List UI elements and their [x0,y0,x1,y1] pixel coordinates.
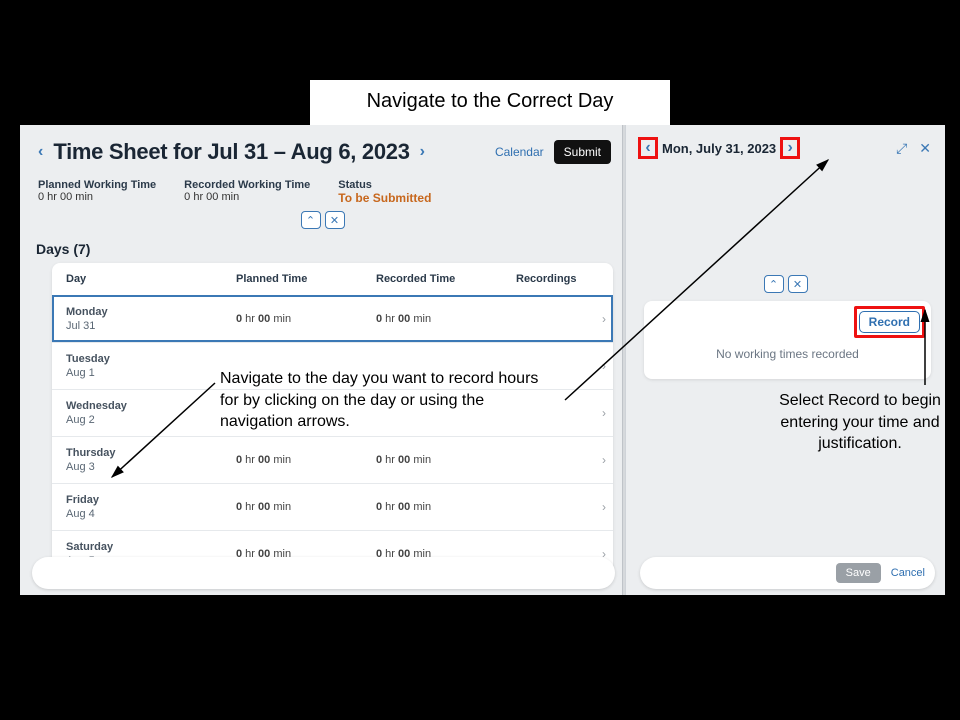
table-row[interactable]: ThursdayAug 30 hr 00 min0 hr 00 min› [52,436,613,483]
day-name: Wednesday [66,400,236,412]
detail-date-title: Mon, July 31, 2023 [662,141,776,156]
slide-title: Navigate to the Correct Day [324,90,656,113]
planned-value: 0 hr 00 min [38,191,156,203]
close-icon[interactable]: ✕ [915,138,935,159]
collapse-pill-row: ⌃ ✕ [20,209,625,237]
shuffle-icon[interactable]: ✕ [325,211,345,229]
days-table-header: Day Planned Time Recorded Time Recording… [52,263,613,295]
day-date: Aug 4 [66,508,236,520]
record-button[interactable]: Record [859,311,920,333]
chevron-right-icon: › [516,453,606,467]
col-recordings: Recordings [516,273,606,285]
day-name: Monday [66,306,236,318]
status-label: Status [338,179,431,191]
detail-collapse-icon[interactable]: ⌃ [764,275,784,293]
slide-title-box: Navigate to the Correct Day [310,80,670,131]
day-name: Tuesday [66,353,236,365]
recorded-label: Recorded Working Time [184,179,310,191]
collapse-icon[interactable]: ⌃ [301,211,321,229]
planned-label: Planned Working Time [38,179,156,191]
submit-button[interactable]: Submit [554,140,611,164]
record-highlight: Record [854,306,925,338]
recorded-time-cell: 0 hr 00 min [376,454,516,466]
prev-week-button[interactable]: ‹ [34,143,47,161]
days-section-title: Days (7) [20,237,625,263]
annotation-record-text: Select Record to begin entering your tim… [770,390,950,455]
next-week-button[interactable]: › [416,143,429,161]
calendar-link[interactable]: Calendar [495,145,544,159]
save-button[interactable]: Save [836,563,881,583]
detail-collapse-row: ⌃ ✕ [626,275,945,293]
day-name: Friday [66,494,236,506]
table-row[interactable]: FridayAug 40 hr 00 min0 hr 00 min› [52,483,613,530]
status-value: To be Submitted [338,191,431,205]
day-date: Aug 2 [66,414,236,426]
timesheet-header: ‹ Time Sheet for Jul 31 – Aug 6, 2023 › … [20,125,625,173]
day-date: Jul 31 [66,320,236,332]
col-recorded: Recorded Time [376,273,516,285]
day-name: Thursday [66,447,236,459]
annotation-navigate-text: Navigate to the day you want to record h… [220,368,560,433]
detail-footer-bar: Save Cancel [640,557,935,589]
planned-time-cell: 0 hr 00 min [236,454,376,466]
planned-time-cell: 0 hr 00 min [236,501,376,513]
col-day: Day [66,273,236,285]
detail-shuffle-icon[interactable]: ✕ [788,275,808,293]
expand-icon[interactable]: ⤢ [892,138,911,159]
chevron-right-icon: › [516,312,606,326]
table-row[interactable]: MondayJul 310 hr 00 min0 hr 00 min› [52,295,613,342]
planned-time-cell: 0 hr 00 min [236,313,376,325]
cancel-link[interactable]: Cancel [891,567,925,579]
detail-pane: ‹ Mon, July 31, 2023 › ⤢ ✕ ⌃ ✕ Record No… [625,125,945,595]
detail-card: Record No working times recorded [644,301,931,379]
recorded-time-cell: 0 hr 00 min [376,501,516,513]
recorded-value: 0 hr 00 min [184,191,310,203]
timesheet-title: Time Sheet for Jul 31 – Aug 6, 2023 [53,139,409,165]
detail-header: ‹ Mon, July 31, 2023 › ⤢ ✕ [626,125,945,165]
summary-row: Planned Working Time 0 hr 00 min Recorde… [20,173,625,209]
col-planned: Planned Time [236,273,376,285]
day-name: Saturday [66,541,236,553]
app-window: ‹ Time Sheet for Jul 31 – Aug 6, 2023 › … [20,125,945,595]
next-day-button[interactable]: › [780,137,800,159]
prev-day-button[interactable]: ‹ [638,137,658,159]
left-footer-bar [32,557,615,589]
day-date: Aug 3 [66,461,236,473]
chevron-right-icon: › [516,500,606,514]
timesheet-pane: ‹ Time Sheet for Jul 31 – Aug 6, 2023 › … [20,125,625,595]
day-date: Aug 1 [66,367,236,379]
recorded-time-cell: 0 hr 00 min [376,313,516,325]
